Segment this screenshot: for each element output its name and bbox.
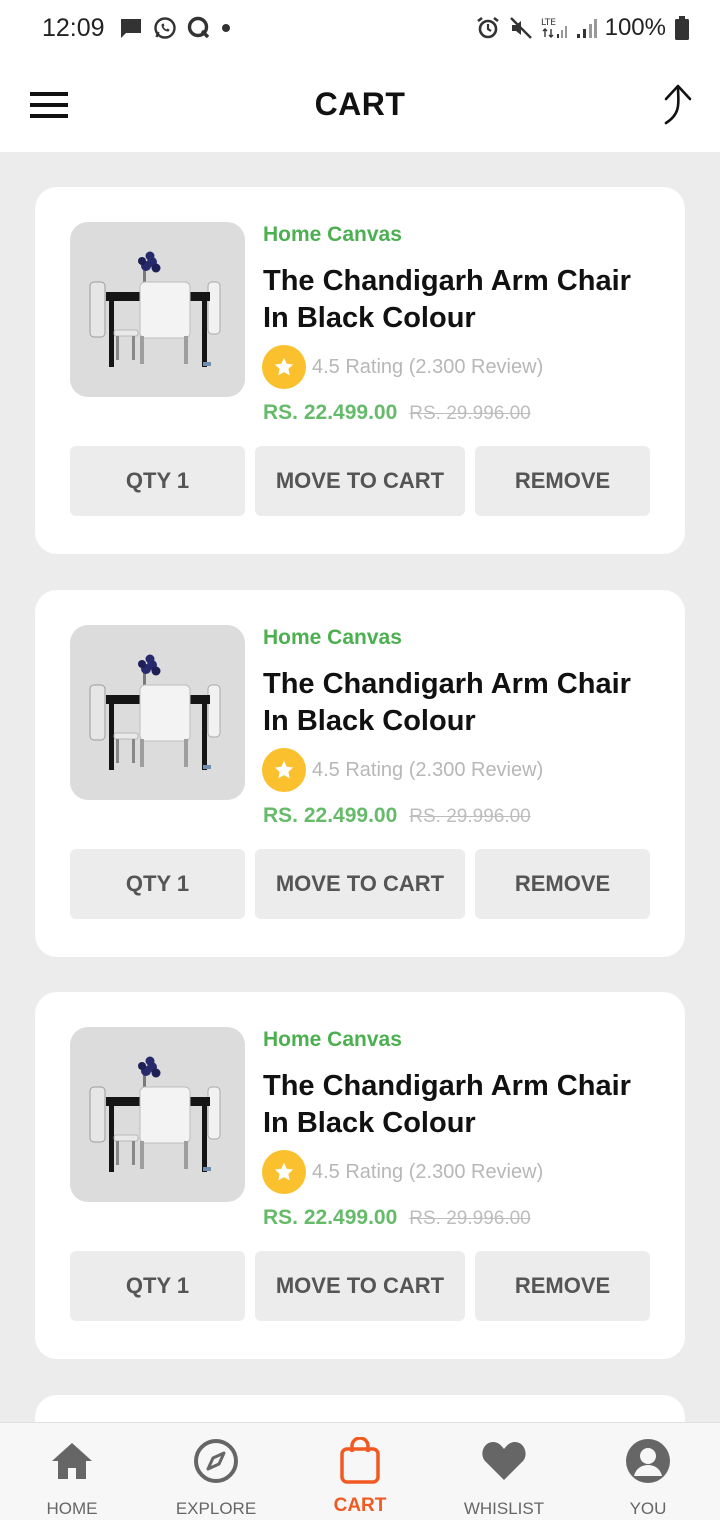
- brand-name[interactable]: Home Canvas: [263, 1028, 402, 1052]
- quantity-button[interactable]: QTY 1: [70, 1251, 245, 1321]
- cart-item-card: Home Canvas The Chandigarh Arm Chair In …: [35, 590, 685, 957]
- dot-icon: [221, 23, 231, 33]
- nav-home-label: HOME: [46, 1499, 98, 1518]
- nav-explore-label: EXPLORE: [175, 1499, 257, 1518]
- move-to-cart-button[interactable]: MOVE TO CART: [255, 849, 465, 919]
- rating-row: 4.5 Rating (2.300 Review): [262, 345, 543, 389]
- battery-percentage: 100%: [604, 14, 666, 41]
- signal-icon: [575, 16, 597, 40]
- mute-icon: [509, 16, 533, 40]
- share-button[interactable]: [658, 82, 694, 126]
- shopping-bag-icon: [339, 1437, 381, 1485]
- nav-you[interactable]: YOU: [576, 1423, 720, 1520]
- price-row: RS. 22.499.00 RS. 29.996.00: [263, 401, 531, 425]
- rating-row: 4.5 Rating (2.300 Review): [262, 748, 543, 792]
- price-row: RS. 22.499.00 RS. 29.996.00: [263, 804, 531, 828]
- rating-row: 4.5 Rating (2.300 Review): [262, 1150, 543, 1194]
- nav-cart-label: CART: [333, 1495, 387, 1516]
- move-to-cart-button[interactable]: MOVE TO CART: [255, 1251, 465, 1321]
- rating-text: 4.5 Rating (2.300 Review): [312, 758, 544, 781]
- nav-explore[interactable]: EXPLORE: [144, 1423, 288, 1520]
- bottom-nav: HOME EXPLORE CART WHISLIST YOU: [0, 1422, 720, 1520]
- brand-name[interactable]: Home Canvas: [263, 223, 402, 247]
- app-header: CART: [0, 56, 720, 152]
- nav-home[interactable]: HOME: [0, 1423, 144, 1520]
- current-price: RS. 22.499.00: [263, 401, 398, 424]
- current-price: RS. 22.499.00: [263, 804, 398, 827]
- move-to-cart-button[interactable]: MOVE TO CART: [255, 446, 465, 516]
- nav-wishlist[interactable]: WHISLIST: [432, 1423, 576, 1520]
- status-notifications: [119, 16, 231, 40]
- cart-item-card: Home Canvas The Chandigarh Arm Chair In …: [35, 187, 685, 554]
- current-price: RS. 22.499.00: [263, 1206, 398, 1229]
- user-icon: [625, 1437, 671, 1485]
- page-title: CART: [314, 85, 406, 122]
- alarm-icon: [475, 15, 501, 41]
- status-bar: 12:09 LTE 100%: [0, 0, 720, 56]
- remove-button[interactable]: REMOVE: [475, 446, 650, 516]
- star-icon: [262, 1150, 306, 1194]
- product-title[interactable]: The Chandigarh Arm Chair In Black Colour: [263, 1068, 653, 1142]
- product-title[interactable]: The Chandigarh Arm Chair In Black Colour: [263, 263, 653, 337]
- product-image[interactable]: [70, 222, 245, 397]
- star-icon: [262, 748, 306, 792]
- rating-text: 4.5 Rating (2.300 Review): [312, 355, 544, 378]
- rating-text: 4.5 Rating (2.300 Review): [312, 1160, 544, 1183]
- product-title[interactable]: The Chandigarh Arm Chair In Black Colour: [263, 666, 653, 740]
- remove-button[interactable]: REMOVE: [475, 1251, 650, 1321]
- original-price: RS. 29.996.00: [409, 1208, 531, 1229]
- hamburger-menu-icon: [30, 92, 68, 118]
- nav-cart[interactable]: CART: [288, 1423, 432, 1520]
- original-price: RS. 29.996.00: [409, 403, 531, 424]
- quantity-button[interactable]: QTY 1: [70, 849, 245, 919]
- whatsapp-icon: [153, 16, 177, 40]
- product-image[interactable]: [70, 625, 245, 800]
- q-app-icon: [187, 16, 211, 40]
- lte-signal-icon: LTE: [541, 16, 567, 40]
- share-arrow-icon: [664, 84, 692, 125]
- remove-button[interactable]: REMOVE: [475, 849, 650, 919]
- brand-name[interactable]: Home Canvas: [263, 626, 402, 650]
- status-system: LTE 100%: [475, 14, 690, 42]
- menu-button[interactable]: [30, 90, 70, 120]
- product-image[interactable]: [70, 1027, 245, 1202]
- cart-item-card: Home Canvas The Chandigarh Arm Chair In …: [35, 992, 685, 1359]
- quantity-button[interactable]: QTY 1: [70, 446, 245, 516]
- original-price: RS. 29.996.00: [409, 806, 531, 827]
- compass-icon: [193, 1437, 239, 1485]
- home-icon: [51, 1437, 93, 1485]
- svg-text:LTE: LTE: [541, 18, 556, 28]
- nav-wishlist-label: WHISLIST: [463, 1499, 545, 1518]
- battery-icon: [674, 15, 690, 41]
- price-row: RS. 22.499.00 RS. 29.996.00: [263, 1206, 531, 1230]
- status-time: 12:09: [42, 13, 105, 42]
- heart-icon: [481, 1437, 527, 1485]
- message-icon: [119, 17, 143, 39]
- nav-you-label: YOU: [629, 1499, 667, 1518]
- star-icon: [262, 345, 306, 389]
